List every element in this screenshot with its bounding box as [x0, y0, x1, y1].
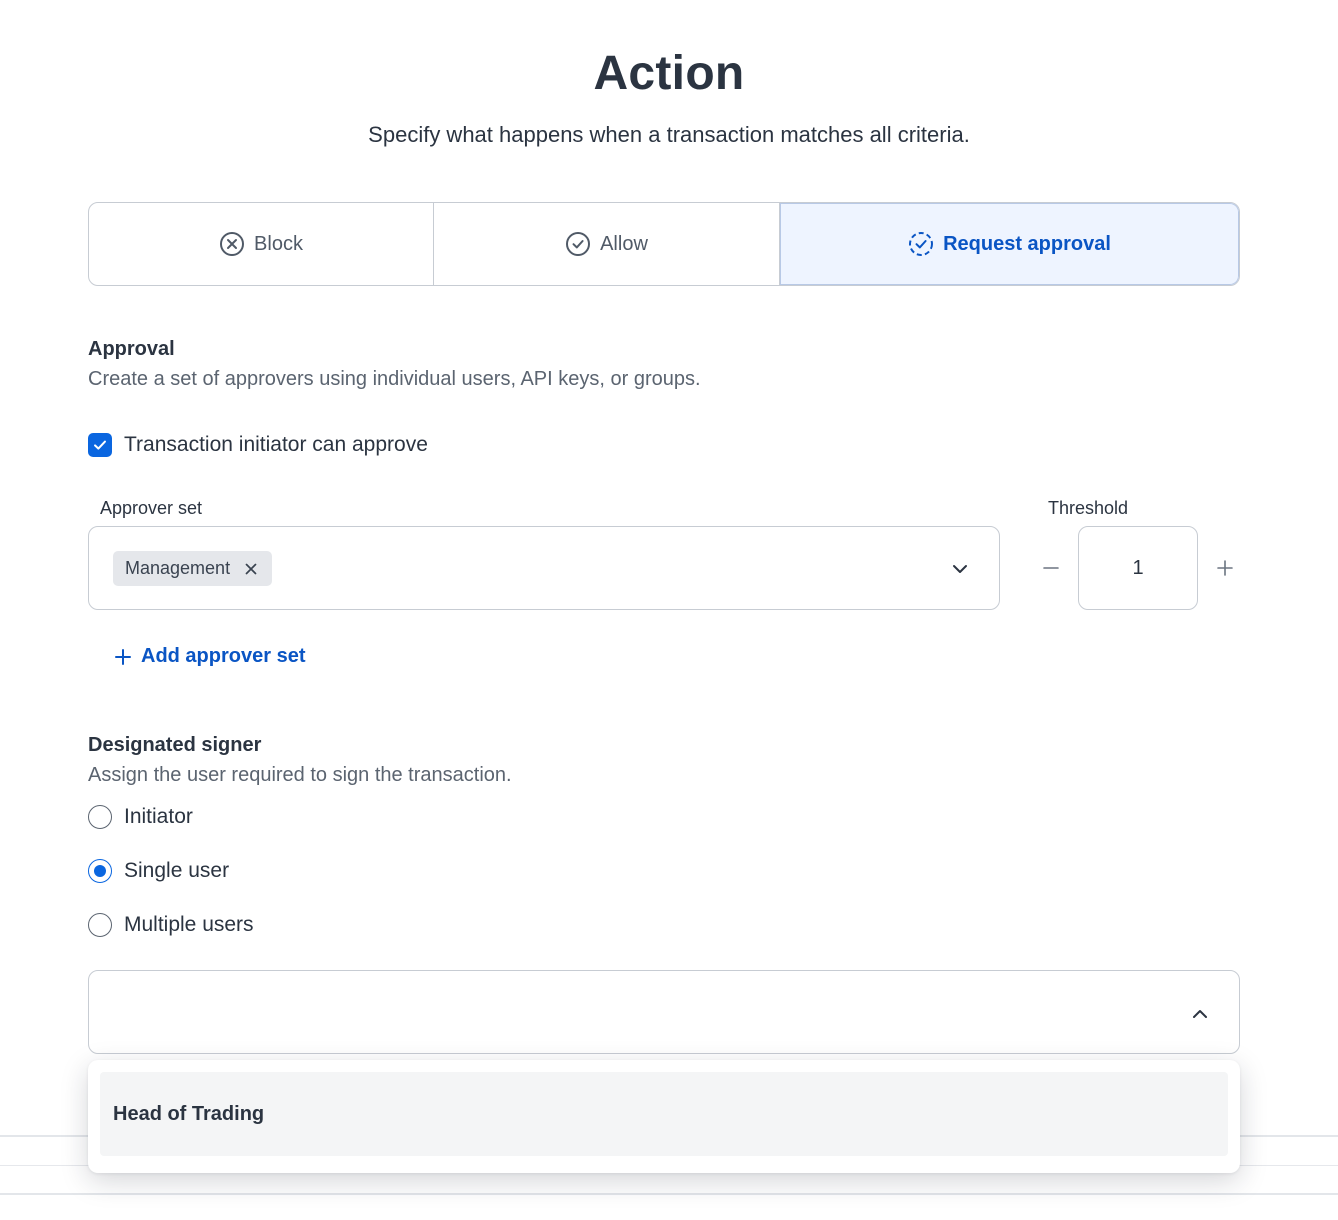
add-approver-set-button[interactable]: Add approver set: [114, 645, 305, 668]
radio-multiple-users[interactable]: Multiple users: [88, 913, 254, 937]
radio-button[interactable]: [88, 913, 112, 937]
action-page: Action Specify what happens when a trans…: [0, 0, 1338, 1220]
approval-title: Approval: [88, 338, 175, 360]
radio-multiple-users-label: Multiple users: [124, 913, 254, 936]
plus-icon: [1217, 560, 1233, 576]
minus-icon: [1043, 567, 1059, 569]
check-circle-icon: [565, 231, 591, 257]
signer-user-select[interactable]: [88, 970, 1240, 1054]
designated-signer-description: Assign the user required to sign the tra…: [88, 764, 512, 786]
action-request-approval-button[interactable]: Request approval: [780, 203, 1239, 285]
radio-button[interactable]: [88, 805, 112, 829]
approver-chip: Management: [113, 551, 273, 586]
checkbox-checked[interactable]: [88, 433, 112, 457]
initiator-can-approve-checkbox[interactable]: Transaction initiator can approve: [88, 433, 428, 457]
radio-initiator-label: Initiator: [124, 805, 193, 828]
radio-button-selected[interactable]: [88, 859, 112, 883]
add-approver-set-label: Add approver set: [141, 645, 306, 667]
initiator-can-approve-label: Transaction initiator can approve: [124, 433, 428, 456]
signer-dropdown-menu: Head of Trading: [88, 1060, 1240, 1173]
approval-description: Create a set of approvers using individu…: [88, 368, 701, 390]
designated-signer-title: Designated signer: [88, 734, 262, 756]
action-allow-label: Allow: [600, 232, 648, 255]
action-block-label: Block: [254, 232, 303, 255]
action-block-button[interactable]: Block: [89, 203, 434, 285]
remove-chip-close-icon[interactable]: [244, 562, 258, 576]
action-allow-button[interactable]: Allow: [434, 203, 780, 285]
checkmark-icon: [94, 440, 106, 450]
radio-initiator[interactable]: Initiator: [88, 805, 193, 829]
chevron-up-icon[interactable]: [1191, 1005, 1209, 1028]
radio-single-user-label: Single user: [124, 859, 230, 882]
action-request-approval-label: Request approval: [943, 232, 1111, 255]
background-divider: [0, 1193, 1338, 1195]
page-title: Action: [593, 47, 745, 100]
dashed-check-circle-icon: [908, 231, 934, 257]
page-subtitle: Specify what happens when a transaction …: [368, 122, 970, 147]
approver-chip-label: Management: [125, 558, 231, 578]
approver-set-select[interactable]: Management: [88, 526, 1000, 610]
x-circle-icon: [219, 231, 245, 257]
radio-single-user[interactable]: Single user: [88, 859, 229, 883]
action-segmented-control: Block Allow Request approval: [88, 202, 1240, 286]
plus-icon: [115, 648, 131, 665]
dropdown-option[interactable]: Head of Trading: [100, 1072, 1228, 1156]
chevron-down-icon[interactable]: [951, 560, 969, 583]
threshold-label: Threshold: [1048, 498, 1129, 518]
threshold-increment-button[interactable]: [1211, 554, 1239, 582]
threshold-decrement-button[interactable]: [1037, 554, 1065, 582]
approver-set-label: Approver set: [100, 498, 203, 518]
threshold-input[interactable]: 1: [1078, 526, 1198, 610]
